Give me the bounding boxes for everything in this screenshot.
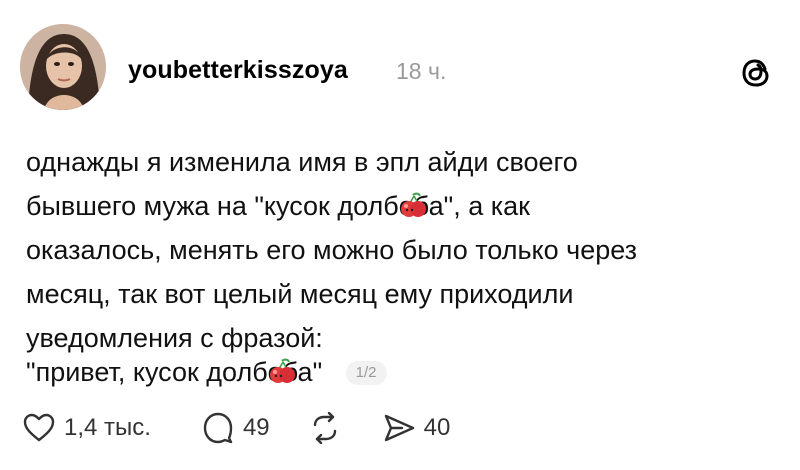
comment-bubble-icon [201, 411, 235, 445]
post-line-1: однажды я изменила имя в эпл айди своего [26, 147, 578, 177]
repost-button[interactable] [308, 412, 342, 444]
post-time: 18 ч. [396, 58, 447, 84]
page-indicator: 1/2 [345, 361, 387, 385]
share-button[interactable]: 40 [382, 412, 451, 444]
heart-icon [22, 412, 56, 444]
send-icon [382, 412, 416, 444]
post-line-3: оказалось, менять его можно было только … [26, 235, 638, 265]
action-bar: 1,4 тыс. 49 40 [22, 408, 450, 448]
repost-icon [308, 412, 342, 444]
cherry-emoji-icon [267, 356, 297, 386]
username[interactable]: youbetterkisszoya [128, 56, 348, 85]
post-line-4: месяц, так вот целый месяц ему приходили [26, 279, 574, 309]
threads-logo-icon[interactable] [738, 55, 774, 91]
like-count: 1,4 тыс. [64, 414, 151, 441]
like-button[interactable]: 1,4 тыс. [22, 412, 151, 444]
post-line-2: бывшего мужа на "кусок долбоба", а как [26, 190, 530, 221]
user-avatar[interactable] [20, 24, 106, 110]
post-quote: "привет, кусок долбоба" 1/2 [26, 350, 387, 394]
comment-count: 49 [242, 414, 270, 441]
comment-button[interactable]: 49 [201, 411, 270, 445]
share-count: 40 [423, 414, 451, 441]
cherry-emoji-icon [398, 190, 428, 220]
post-text: однажды я изменила имя в эпл айди своего… [26, 140, 776, 360]
